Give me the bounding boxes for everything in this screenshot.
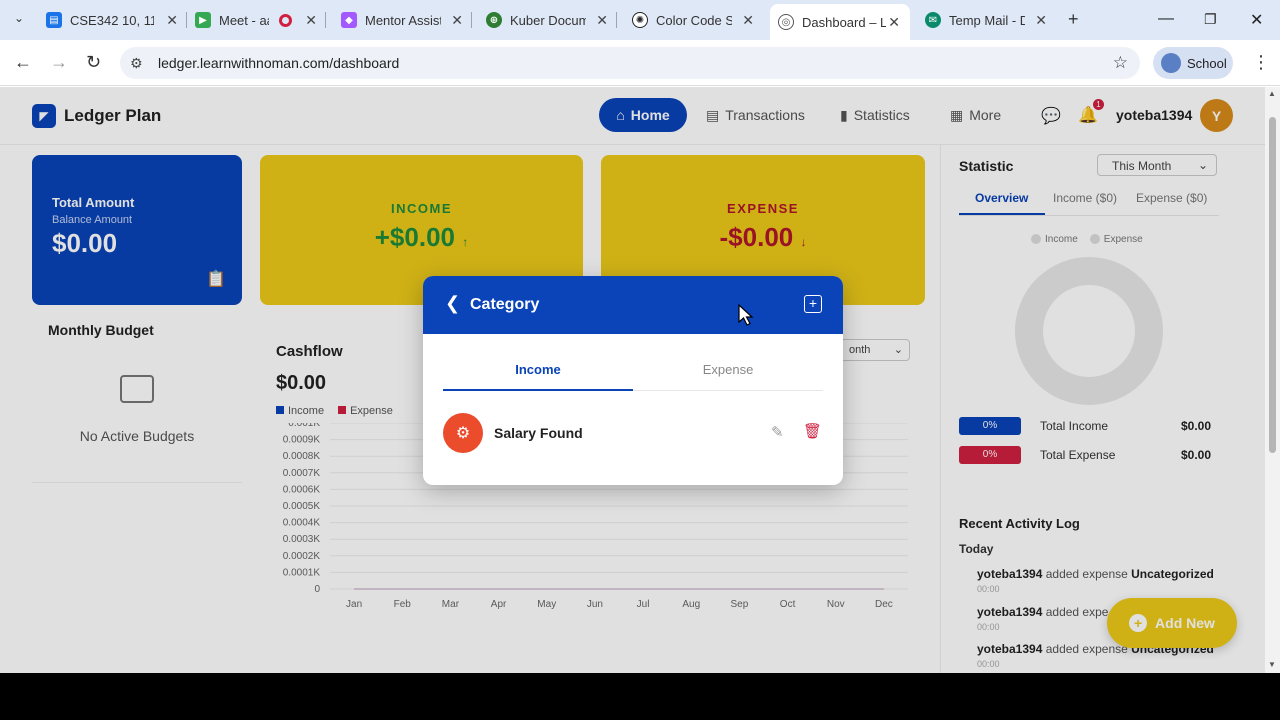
minimize-icon[interactable]: — [1158, 10, 1174, 28]
dialog-header: ❮ Category + [423, 276, 843, 334]
gear-icon: ⚙ [443, 413, 483, 453]
tab-title: CSE342 10, 11 [70, 12, 154, 28]
back-chevron-icon[interactable]: ❮ [445, 293, 460, 314]
scroll-up-icon[interactable]: ▲ [1268, 89, 1276, 98]
close-tab-icon[interactable]: ✕ [742, 12, 754, 29]
tab-favicon-icon: ▶ [195, 12, 211, 28]
browser-tab[interactable]: ✉ Temp Mail - D ✕ [925, 6, 1047, 34]
browser-tab-active[interactable]: ◎ Dashboard – L ✕ [770, 4, 910, 40]
browser-tabstrip: ⌄ ▤ CSE342 10, 11 ✕ ▶ Meet - aa ✕ ◆ Ment… [0, 0, 1280, 40]
scroll-down-icon[interactable]: ▼ [1268, 660, 1276, 669]
browser-tab[interactable]: ▶ Meet - aa ✕ [195, 6, 317, 34]
tab-separator [186, 12, 187, 28]
tab-separator [616, 12, 617, 28]
browser-tab[interactable]: ◆ Mentor Assist ✕ [341, 6, 463, 34]
new-tab-icon[interactable]: + [1068, 9, 1079, 30]
dialog-title: Category [470, 296, 540, 313]
tab-title: Color Code Su [656, 12, 732, 28]
taskbar [0, 673, 1280, 720]
profile-avatar [1161, 53, 1181, 73]
restore-icon[interactable]: ❐ [1204, 11, 1217, 28]
tab-favicon-icon: ✉ [925, 12, 941, 28]
trash-icon[interactable]: 🗑 [803, 422, 822, 440]
recording-icon [279, 13, 292, 27]
tab-separator [471, 12, 472, 28]
add-category-icon[interactable]: + [804, 295, 822, 313]
close-tab-icon[interactable]: ✕ [888, 14, 900, 31]
globe-icon: ◎ [778, 14, 794, 30]
tab-favicon-icon: ⊕ [486, 12, 502, 28]
edit-pencil-icon[interactable]: ✎ [771, 423, 784, 441]
close-window-icon[interactable]: ✕ [1250, 10, 1263, 30]
screen: ⌄ ▤ CSE342 10, 11 ✕ ▶ Meet - aa ✕ ◆ Ment… [0, 0, 1280, 673]
close-tab-icon[interactable]: ✕ [166, 12, 178, 29]
tab-search-dropdown-icon[interactable]: ⌄ [14, 11, 24, 25]
dialog-tab-income[interactable]: Income [443, 362, 633, 377]
tab-favicon-icon: ▤ [46, 12, 62, 28]
bookmark-star-icon[interactable]: ☆ [1113, 53, 1128, 73]
back-icon[interactable]: ← [14, 52, 32, 73]
browser-menu-icon[interactable]: ⋮ [1252, 52, 1270, 73]
close-tab-icon[interactable]: ✕ [596, 12, 608, 29]
category-name: Salary Found [494, 425, 583, 441]
forward-icon[interactable]: → [50, 52, 68, 73]
profile-button[interactable]: School [1153, 47, 1233, 79]
close-tab-icon[interactable]: ✕ [305, 12, 317, 29]
profile-label: School [1187, 55, 1227, 71]
tab-favicon-icon: ✺ [632, 12, 648, 28]
mouse-cursor-icon [738, 304, 754, 326]
category-dialog: ❮ Category + Income Expense ⚙ Salary Fou… [423, 276, 843, 485]
scrollbar-thumb[interactable] [1269, 117, 1276, 453]
tab-title: Kuber Docum [510, 12, 586, 28]
tab-title: Dashboard – L [802, 14, 886, 30]
tab-favicon-icon: ◆ [341, 12, 357, 28]
close-tab-icon[interactable]: ✕ [1035, 12, 1047, 29]
reload-icon[interactable]: ↻ [86, 52, 101, 73]
tab-title: Temp Mail - D [949, 12, 1025, 28]
browser-tab[interactable]: ✺ Color Code Su ✕ [632, 6, 754, 34]
browser-tab[interactable]: ⊕ Kuber Docum ✕ [486, 6, 608, 34]
address-bar-row: ← → ↻ ⚙ ledger.learnwithnoman.com/dashbo… [0, 40, 1280, 86]
page-scrollbar[interactable]: ▲ ▼ [1265, 87, 1280, 673]
site-settings-icon[interactable]: ⚙ [130, 55, 143, 72]
tab-title: Mentor Assist [365, 12, 441, 28]
close-tab-icon[interactable]: ✕ [451, 12, 463, 29]
browser-tab[interactable]: ▤ CSE342 10, 11 ✕ [46, 6, 178, 34]
dialog-tab-expense[interactable]: Expense [633, 362, 823, 377]
tab-separator [325, 12, 326, 28]
url-input[interactable]: ⚙ ledger.learnwithnoman.com/dashboard ☆ [120, 47, 1140, 79]
dialog-active-tab-indicator [443, 389, 633, 391]
url-text: ledger.learnwithnoman.com/dashboard [158, 55, 400, 71]
tab-title: Meet - aa [219, 12, 269, 28]
